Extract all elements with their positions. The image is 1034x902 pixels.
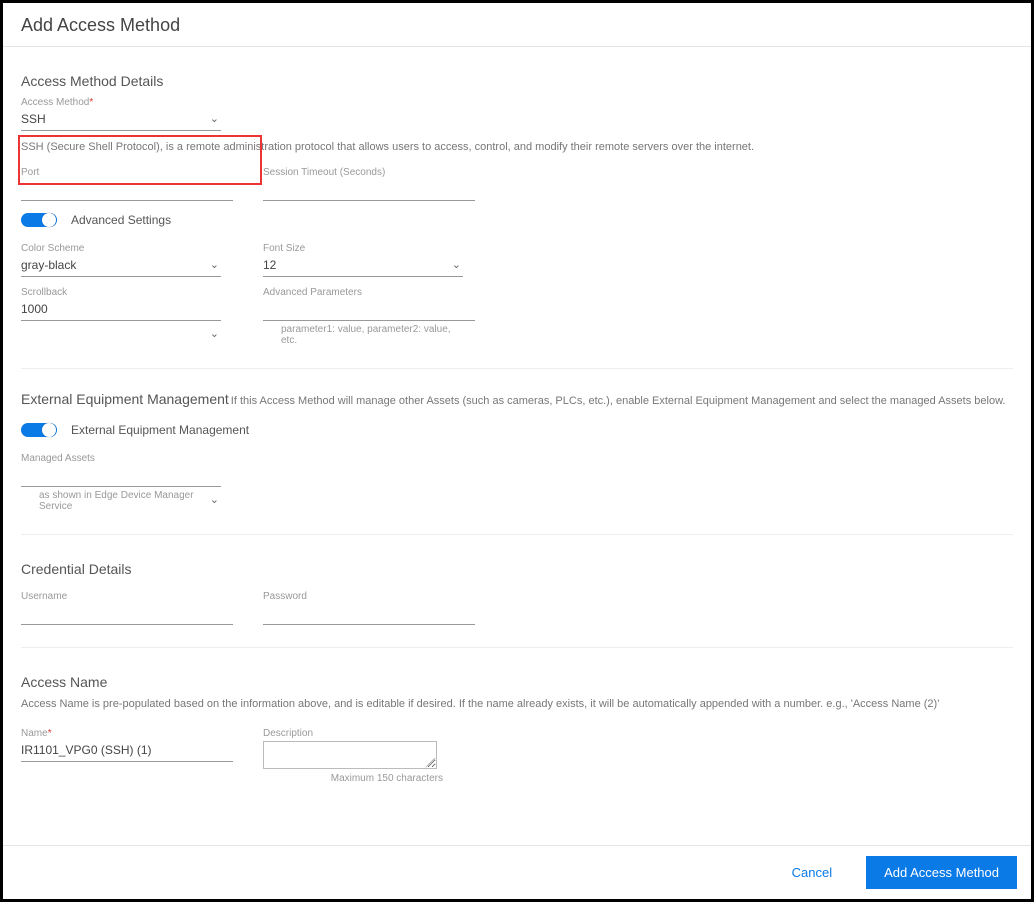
- access-method-select[interactable]: SSH: [21, 110, 221, 131]
- advanced-settings-toggle[interactable]: [21, 213, 57, 227]
- divider: [21, 534, 1013, 535]
- label-session-timeout: Session Timeout (Seconds): [263, 167, 463, 178]
- password-input[interactable]: [263, 604, 475, 625]
- external-equipment-toggle[interactable]: [21, 423, 57, 437]
- add-access-method-button[interactable]: Add Access Method: [866, 856, 1017, 889]
- advanced-settings-label: Advanced Settings: [71, 213, 171, 227]
- name-input[interactable]: [21, 741, 233, 762]
- label-advanced-params: Advanced Parameters: [263, 287, 463, 298]
- scrollback-select[interactable]: 1000: [21, 300, 221, 321]
- label-password: Password: [263, 591, 463, 602]
- advanced-params-input[interactable]: [263, 300, 475, 321]
- label-access-method: Access Method*: [21, 97, 221, 108]
- chevron-down-icon: ⌄: [210, 327, 219, 340]
- access-method-description: SSH (Secure Shell Protocol), is a remote…: [21, 141, 1013, 153]
- description-char-hint: Maximum 150 characters: [263, 773, 443, 784]
- advanced-params-hint: parameter1: value, parameter2: value, et…: [263, 324, 463, 346]
- divider: [21, 647, 1013, 648]
- divider: [3, 46, 1031, 47]
- port-input[interactable]: [21, 180, 233, 201]
- section-access-method-details: Access Method Details: [21, 73, 1013, 89]
- managed-assets-select[interactable]: [21, 466, 221, 487]
- section-credential-details: Credential Details: [21, 561, 1013, 577]
- color-scheme-select[interactable]: gray-black: [21, 256, 221, 277]
- page-title: Add Access Method: [3, 3, 1031, 46]
- label-port: Port: [21, 167, 221, 178]
- description-textarea[interactable]: [263, 741, 437, 769]
- external-equipment-note: If this Access Method will manage other …: [231, 395, 1006, 407]
- label-description: Description: [263, 728, 443, 739]
- label-color-scheme: Color Scheme: [21, 243, 221, 254]
- username-input[interactable]: [21, 604, 233, 625]
- label-name: Name*: [21, 728, 221, 739]
- session-timeout-input[interactable]: [263, 180, 475, 201]
- managed-assets-hint: as shown in Edge Device Manager Service: [21, 490, 221, 512]
- label-scrollback: Scrollback: [21, 287, 221, 298]
- footer: Cancel Add Access Method: [3, 845, 1031, 899]
- cancel-button[interactable]: Cancel: [786, 864, 838, 881]
- label-username: Username: [21, 591, 221, 602]
- label-managed-assets: Managed Assets: [21, 453, 221, 464]
- divider: [21, 368, 1013, 369]
- access-name-note: Access Name is pre-populated based on th…: [21, 698, 1013, 710]
- external-equipment-toggle-label: External Equipment Management: [71, 423, 249, 437]
- label-font-size: Font Size: [263, 243, 463, 254]
- font-size-select[interactable]: 12: [263, 256, 463, 277]
- section-access-name: Access Name: [21, 674, 1013, 690]
- section-external-equipment: External Equipment Management: [21, 391, 229, 407]
